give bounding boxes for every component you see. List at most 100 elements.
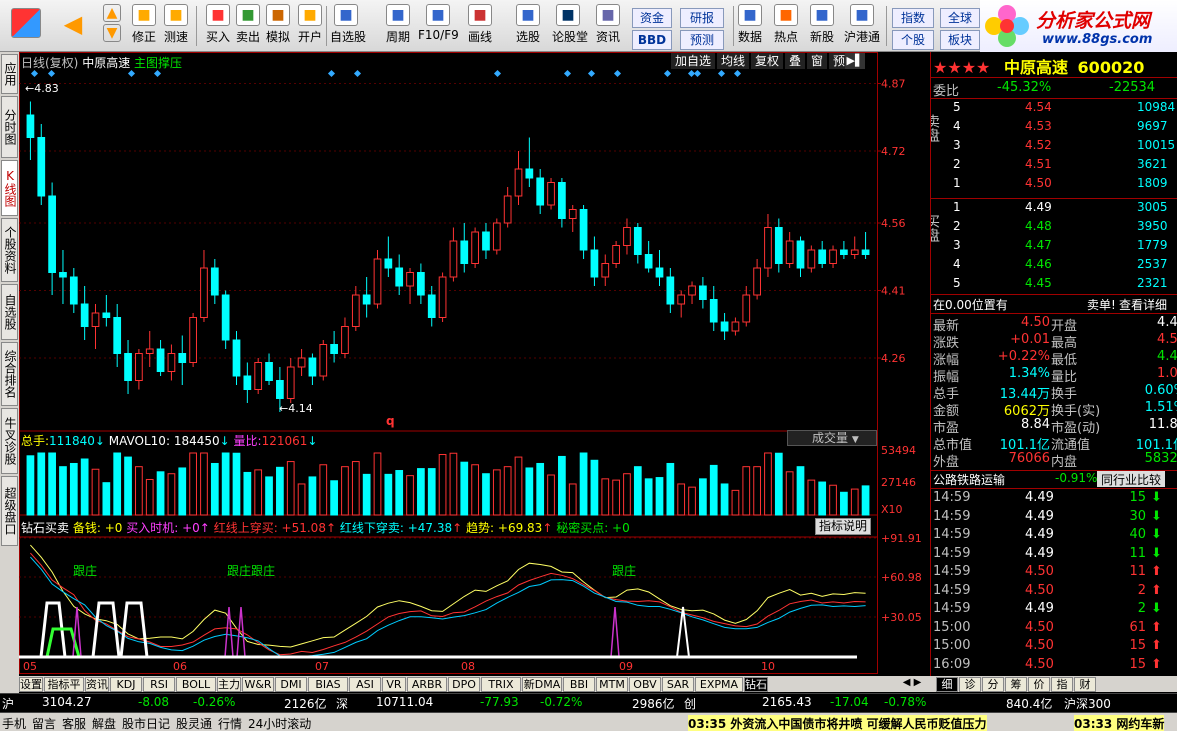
indicator-tab-0[interactable]: 设置 [19, 677, 43, 692]
indicator-tab-10[interactable]: ASI [349, 677, 381, 692]
volume-dropdown[interactable]: 成交量 ▼ [787, 430, 877, 446]
news-ticker-1[interactable]: 03:35 外资流入中国债市将井喷 可缓解人民币贬值压力 [688, 715, 987, 732]
chart-header-button-4[interactable]: 窗 [807, 53, 827, 69]
status-link-2[interactable]: 客服 [62, 715, 86, 732]
status-link-1[interactable]: 留言 [32, 715, 56, 732]
indicator-tab-18[interactable]: OBV [629, 677, 661, 692]
chart-canvas[interactable]: 4.87 4.72 4.56 4.41 4.26 53494 27146 X10 +91.91 +… [19, 52, 930, 676]
status-link-4[interactable]: 股市日记 [122, 715, 170, 732]
indicator-tab-20[interactable]: EXPMA [695, 677, 743, 692]
right-tab-3[interactable]: 筹 [1005, 677, 1027, 692]
chart-header-button-3[interactable]: 叠 [785, 53, 805, 69]
status-link-0[interactable]: 手机 [2, 715, 26, 732]
left-tab-6[interactable]: 牛叉诊股 [1, 408, 18, 474]
global-button[interactable]: 全球 [940, 8, 980, 28]
left-tab-4[interactable]: 自选股 [1, 284, 18, 340]
tick-price: 4.50 [1025, 582, 1054, 598]
left-tab-2[interactable]: K线图 [1, 160, 18, 216]
toolbar-button-5[interactable]: ■ 开户 [294, 2, 326, 50]
right-tab-1[interactable]: 诊 [959, 677, 981, 692]
volume-bar [579, 452, 588, 516]
arrow-down-icon: ↓ [307, 434, 318, 448]
index-button[interactable]: 指数 [892, 8, 934, 28]
period-label[interactable]: 日线(复权) [21, 56, 78, 70]
chart-header-button-1[interactable]: 均线 [717, 53, 749, 69]
toolbar-button-0[interactable]: ■ 修正 [128, 2, 160, 50]
indicator-tab-14[interactable]: TRIX [481, 677, 521, 692]
indicator-tab-15[interactable]: 新DMA [522, 677, 562, 692]
sector-button[interactable]: 板块 [940, 30, 980, 50]
left-tab-1[interactable]: 分时图 [1, 96, 18, 158]
forecast-button[interactable]: 预测 [680, 30, 724, 50]
toolbar-button-16[interactable]: ■ 沪港通 [842, 2, 882, 50]
left-tab-7[interactable]: 超级盘口 [1, 476, 18, 546]
volume-bar [189, 452, 197, 516]
view-detail-link[interactable]: 查看详细 [1119, 296, 1167, 313]
toolbar-button-11[interactable]: ■ 论股堂 [552, 2, 588, 50]
indicator-help-button[interactable]: 指标说明 [815, 518, 871, 535]
indicator-tab-7[interactable]: W&R [242, 677, 274, 692]
scroll-buttons[interactable]: ▲ ▼ [102, 2, 122, 50]
sell-list-link[interactable]: 卖单! [1087, 296, 1116, 313]
indicator-tab-13[interactable]: DPO [448, 677, 480, 692]
left-tab-0[interactable]: 应用 [1, 54, 18, 94]
toolbar-button-4[interactable]: ■ 模拟 [262, 2, 294, 50]
sector-name[interactable]: 公路铁路运输 [933, 471, 1005, 488]
back-button[interactable]: ◀ [58, 2, 88, 50]
status-link-7[interactable]: 24小时滚动 [248, 715, 311, 732]
tab-scroll-arrows[interactable]: ◀ ▶ [895, 677, 929, 692]
right-tab-4[interactable]: 价 [1028, 677, 1050, 692]
chart-header-button-0[interactable]: 加自选 [671, 53, 715, 69]
left-tab-3[interactable]: 个股资料 [1, 218, 18, 282]
indicator-tab-11[interactable]: VR [382, 677, 406, 692]
bid-volume: 2321 [1137, 276, 1168, 290]
toolbar-button-3[interactable]: ■ 卖出 [232, 2, 264, 50]
indicator-tab-16[interactable]: BBI [563, 677, 595, 692]
sz-pct: -0.72% [540, 695, 583, 709]
stock-button[interactable]: 个股 [892, 30, 934, 50]
research-button[interactable]: 研报 [680, 8, 724, 28]
indicator-tab-4[interactable]: RSI [143, 677, 175, 692]
indicator-tab-6[interactable]: 主力 [217, 677, 241, 692]
toolbar-button-2[interactable]: ■ 买入 [202, 2, 234, 50]
right-tab-0[interactable]: 细 [936, 677, 958, 692]
indicator-tab-19[interactable]: SAR [662, 677, 694, 692]
indicator-tab-8[interactable]: DMI [275, 677, 307, 692]
right-tab-6[interactable]: 财 [1074, 677, 1096, 692]
bbd-button[interactable]: BBD [632, 30, 672, 50]
right-tab-2[interactable]: 分 [982, 677, 1004, 692]
left-tab-5[interactable]: 综合排名 [1, 342, 18, 406]
indicator-tab-12[interactable]: ARBR [407, 677, 447, 692]
x-axis-month: 10 [761, 660, 775, 673]
right-tab-5[interactable]: 指 [1051, 677, 1073, 692]
status-link-6[interactable]: 行情 [218, 715, 242, 732]
fund-button[interactable]: 资金 [632, 8, 672, 28]
toolbar-button-14[interactable]: ■ 热点 [770, 2, 802, 50]
indicator-tab-21[interactable]: 钻石 [744, 677, 768, 692]
toolbar-button-13[interactable]: ■ 数据 [734, 2, 766, 50]
toolbar-button-6[interactable]: ■ 自选股 [330, 2, 366, 50]
toolbar-button-8[interactable]: ■ F10/F9 [418, 2, 459, 50]
volume-bar [785, 471, 794, 516]
tick-row: 14:59 4.49 2 ⬇ [931, 601, 1177, 618]
toolbar-button-10[interactable]: ■ 选股 [512, 2, 544, 50]
status-link-3[interactable]: 解盘 [92, 715, 116, 732]
home-button[interactable] [6, 2, 46, 50]
indicator-tab-17[interactable]: MTM [596, 677, 628, 692]
indicator-tab-3[interactable]: KDJ [110, 677, 142, 692]
chart-header-button-2[interactable]: 复权 [751, 53, 783, 69]
toolbar-button-1[interactable]: ■ 测速 [160, 2, 192, 50]
indicator-tab-9[interactable]: BIAS [308, 677, 348, 692]
toolbar-button-15[interactable]: ■ 新股 [806, 2, 838, 50]
toolbar-button-9[interactable]: ■ 画线 [464, 2, 496, 50]
expand-icon[interactable]: ▶▌ [845, 53, 865, 69]
news-ticker-2[interactable]: 03:33 网约车新 [1074, 715, 1165, 732]
indicator-tab-5[interactable]: BOLL [176, 677, 216, 692]
indicator-label[interactable]: 主图撑压 [134, 56, 182, 70]
toolbar-button-12[interactable]: ■ 资讯 [592, 2, 624, 50]
toolbar-button-7[interactable]: ■ 周期 [378, 2, 418, 50]
indicator-tab-1[interactable]: 指标平台 [44, 677, 84, 704]
status-link-5[interactable]: 股灵通 [176, 715, 212, 732]
indicator-tab-2[interactable]: 资讯 [85, 677, 109, 692]
compare-button[interactable]: 同行业比较 [1097, 471, 1166, 487]
